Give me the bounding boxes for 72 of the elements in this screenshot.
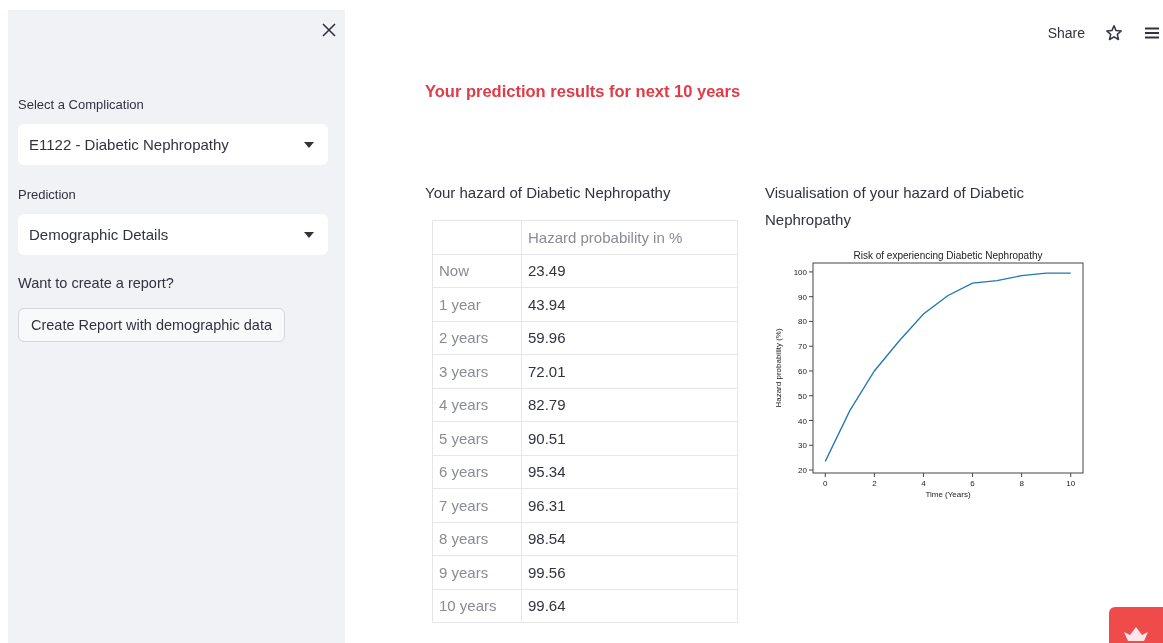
x-tick-label: 4	[921, 479, 927, 488]
table-heading: Your hazard of Diabetic Nephropathy	[425, 183, 672, 203]
y-tick: 20	[798, 466, 814, 476]
field-label: Prediction	[18, 187, 77, 202]
x-tick-label: 10	[1066, 479, 1076, 488]
y-tick-label: 60	[798, 366, 808, 376]
y-tick: 50	[798, 391, 814, 401]
y-tick: 70	[798, 342, 814, 352]
row-index: 5 years	[432, 421, 522, 455]
y-axis-label: Hazard probability (%)	[774, 328, 783, 408]
create-report-button[interactable]: Create Report with demographic data	[18, 308, 285, 342]
results-title: Your prediction results for next 10 years	[425, 82, 742, 101]
select-dropdown[interactable]: E1122 - Diabetic Nephropathy	[18, 124, 328, 165]
close-icon[interactable]	[322, 23, 336, 37]
x-tick-label: 6	[970, 479, 976, 488]
y-tick: 100	[793, 267, 814, 277]
y-tick-label: 70	[798, 342, 808, 352]
row-index: 9 years	[432, 555, 522, 589]
report-prompt: Want to create a report?	[18, 275, 175, 291]
row-index: 10 years	[432, 589, 522, 623]
row-index: 2 years	[432, 321, 522, 355]
x-tick: 6	[970, 472, 975, 488]
share-link[interactable]: Share	[1047, 25, 1085, 41]
x-axis-label: Time (Years)	[925, 490, 971, 499]
y-tick: 90	[798, 292, 814, 302]
table-cell: 59.96	[521, 321, 738, 355]
row-index: 1 year	[432, 287, 522, 321]
row-index: 6 years	[432, 455, 522, 489]
row-index: 4 years	[432, 388, 522, 422]
x-tick-label: 0	[823, 479, 829, 488]
star-icon[interactable]	[1105, 24, 1123, 42]
table-cell: 23.49	[521, 254, 738, 288]
row-index: 7 years	[432, 488, 522, 522]
crown-icon	[1123, 626, 1149, 642]
field-label: Select a Complication	[18, 97, 145, 112]
y-tick-label: 90	[798, 292, 808, 302]
table-cell: 43.94	[521, 287, 738, 321]
y-tick-label: 40	[798, 416, 808, 426]
row-index: 8 years	[432, 522, 522, 556]
row-index: Now	[432, 254, 522, 288]
x-tick: 4	[921, 472, 926, 488]
y-tick-label: 30	[798, 441, 808, 451]
x-tick: 8	[1019, 472, 1024, 488]
x-tick: 10	[1066, 472, 1076, 488]
table-cell: 99.56	[521, 555, 738, 589]
x-tick-label: 2	[872, 479, 878, 488]
x-tick: 2	[872, 472, 877, 488]
y-tick-label: 100	[793, 267, 808, 277]
table-cell: 95.34	[521, 455, 738, 489]
table-cell: 90.51	[521, 421, 738, 455]
y-tick: 30	[798, 441, 814, 451]
column-header: Hazard probability in %	[521, 220, 738, 254]
caret-icon	[304, 141, 314, 148]
y-tick-label: 20	[798, 466, 808, 476]
app-badge[interactable]	[1109, 607, 1163, 643]
y-tick-label: 80	[798, 317, 808, 327]
row-index: 3 years	[432, 354, 522, 388]
y-tick: 60	[798, 366, 814, 376]
x-tick-label: 8	[1019, 479, 1025, 488]
caret-icon	[304, 231, 314, 238]
table-cell: 99.64	[521, 589, 738, 623]
select-dropdown[interactable]: Demographic Details	[18, 214, 328, 255]
table-cell: 98.54	[521, 522, 738, 556]
chart-heading: Visualisation of your hazard of Diabetic Nephropathy	[765, 183, 1026, 230]
y-tick-label: 50	[798, 391, 808, 401]
y-tick: 40	[798, 416, 814, 426]
y-tick: 80	[798, 317, 814, 327]
table-cell: 72.01	[521, 354, 738, 388]
x-tick: 0	[823, 472, 828, 488]
chart-title: Risk of experiencing Diabetic Nephropathy	[853, 250, 1043, 261]
table-cell: 82.79	[521, 388, 738, 422]
table-cell: 96.31	[521, 488, 738, 522]
